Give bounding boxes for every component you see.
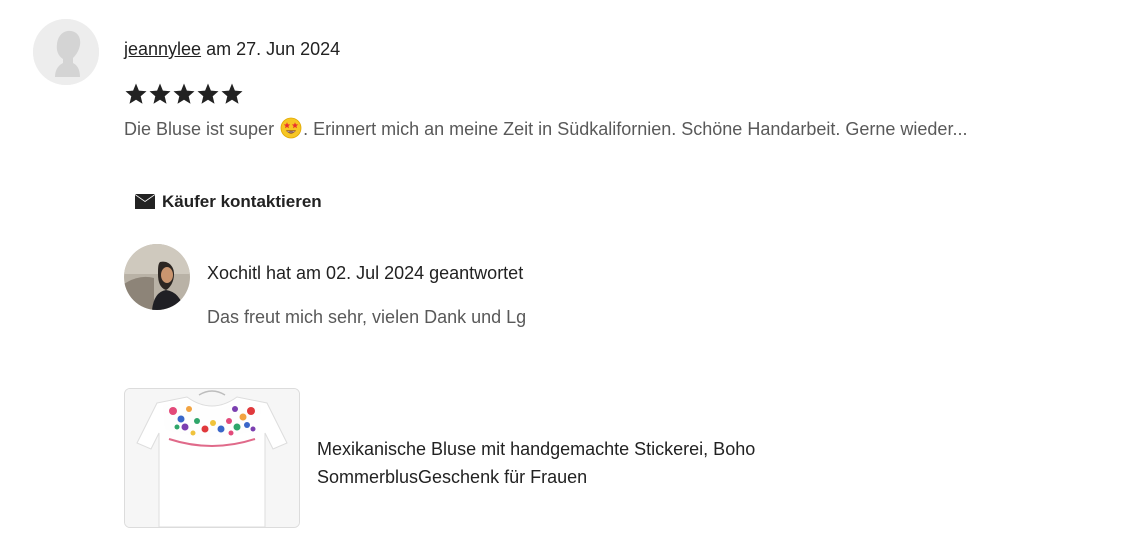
seller-avatar[interactable] bbox=[124, 244, 190, 310]
review-text-part-1: Die Bluse ist super bbox=[124, 119, 275, 139]
star-icon bbox=[173, 83, 195, 104]
star-rating bbox=[124, 82, 244, 106]
seller-reply-header: Xochitl hat am 02. Jul 2024 geantwortet bbox=[207, 263, 524, 283]
contact-buyer-label: Käufer kontaktieren bbox=[162, 192, 322, 211]
seller-reply-text: Das freut mich sehr, vielen Dank und Lg bbox=[207, 307, 527, 327]
star-icon bbox=[149, 83, 171, 104]
default-user-silhouette-icon bbox=[33, 19, 99, 85]
reviewer-name-link[interactable]: jeannylee bbox=[124, 39, 201, 59]
mail-icon bbox=[135, 194, 155, 209]
star-struck-face-emoji-icon bbox=[280, 117, 302, 139]
product-title-link[interactable]: Mexikanische Bluse mit handgemachte Stic… bbox=[317, 435, 837, 491]
review-date: am 27. Jun 2024 bbox=[206, 39, 341, 59]
seller-photo-icon bbox=[124, 244, 190, 310]
star-icon bbox=[197, 83, 219, 104]
embroidered-blouse-thumbnail-icon bbox=[125, 389, 299, 527]
product-thumbnail[interactable] bbox=[124, 388, 300, 528]
reviewer-avatar[interactable] bbox=[33, 19, 99, 85]
review-header: jeannylee am 27. Jun 2024 bbox=[124, 37, 340, 61]
star-icon bbox=[221, 83, 243, 104]
contact-buyer-button[interactable]: Käufer kontaktieren bbox=[124, 185, 332, 219]
review-text: Die Bluse ist super . Erinnert mich an m… bbox=[124, 116, 1094, 142]
review-text-part-2: . Erinnert mich an meine Zeit in Südkali… bbox=[303, 119, 968, 139]
star-icon bbox=[125, 83, 147, 104]
